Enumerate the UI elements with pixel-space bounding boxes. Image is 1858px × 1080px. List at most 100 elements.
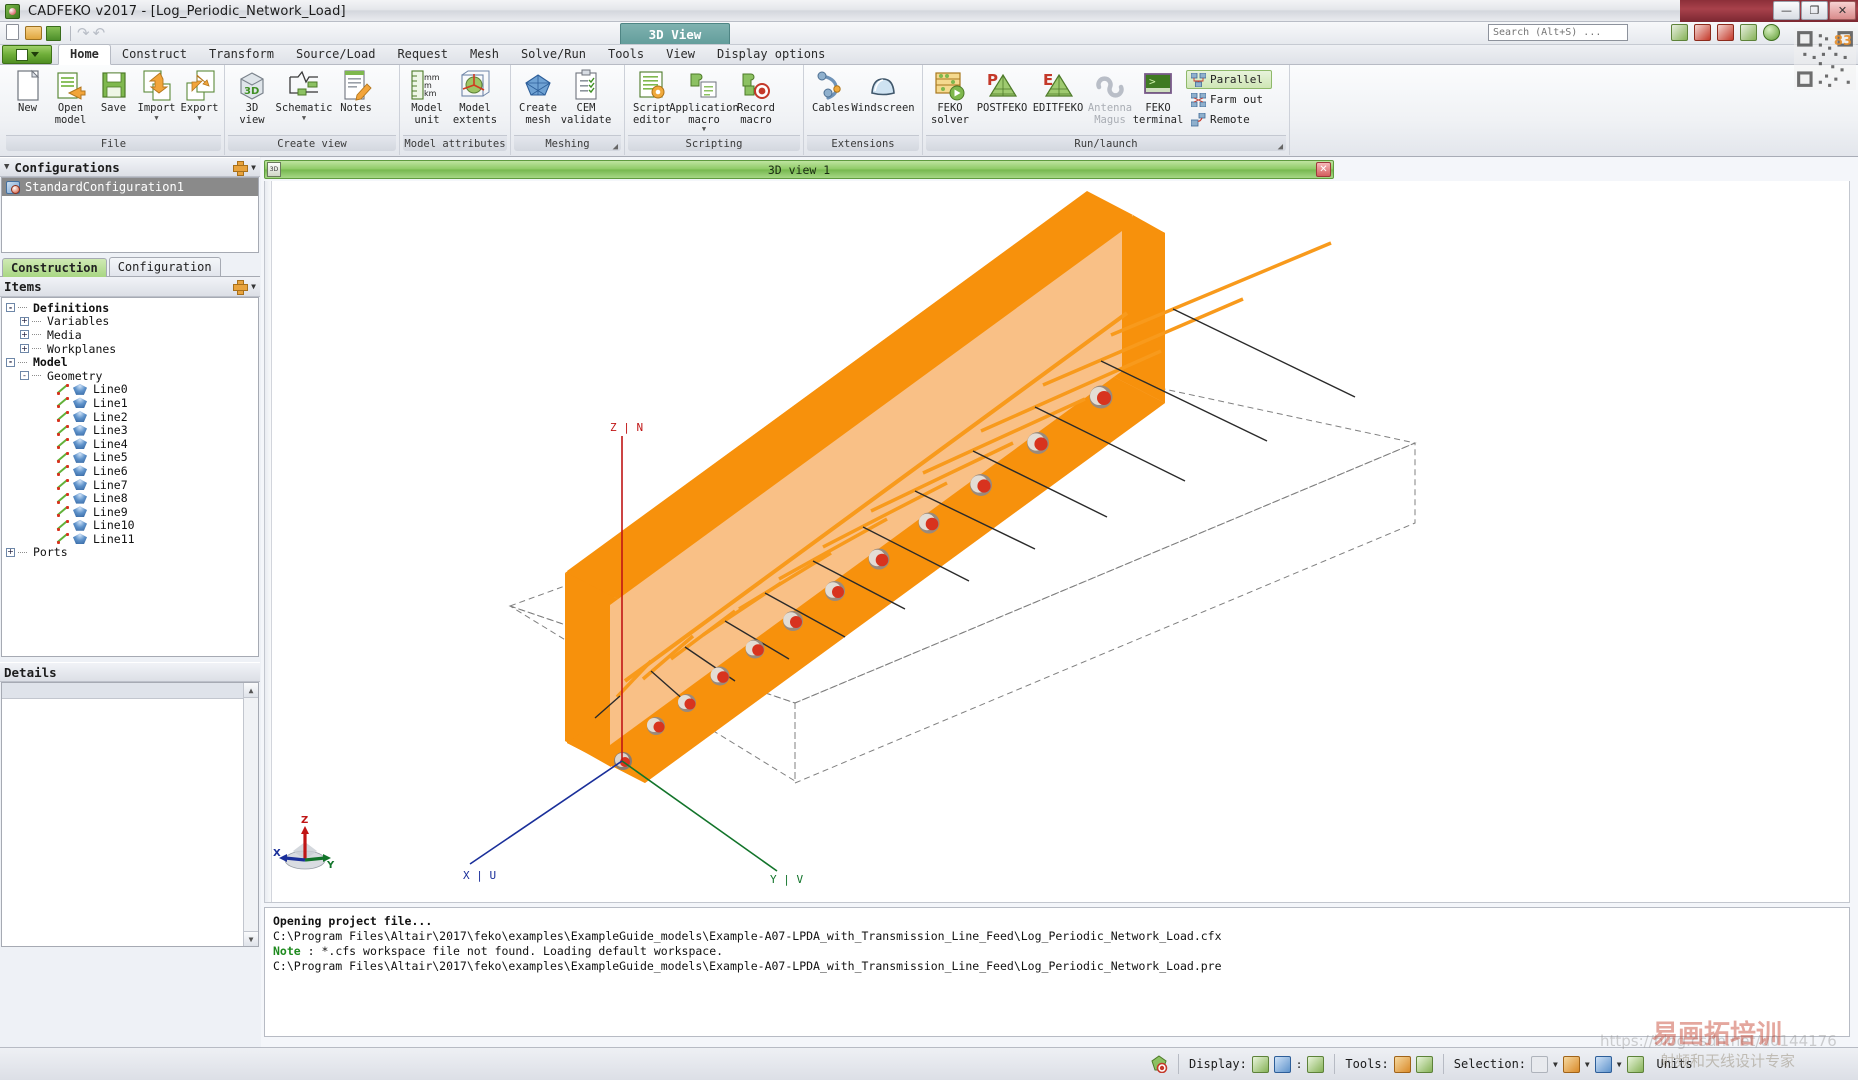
open-folder-icon[interactable] — [25, 24, 43, 42]
scroll-up-icon[interactable]: ▲ — [244, 683, 258, 698]
tab-construct[interactable]: Construct — [111, 45, 198, 64]
highlight-tool-icon[interactable] — [1416, 1056, 1433, 1073]
model-extents-button[interactable]: Model extents — [451, 67, 499, 126]
collapse-expander-icon[interactable]: - — [6, 303, 15, 312]
chevron-down-icon[interactable]: ▼ — [1585, 1060, 1590, 1069]
message-log[interactable]: Opening project file... C:\Program Files… — [264, 907, 1850, 1037]
faces-display-icon[interactable] — [1307, 1056, 1324, 1073]
help-launch-icon[interactable] — [1763, 24, 1780, 41]
tab-mesh[interactable]: Mesh — [459, 45, 510, 64]
tree-node-line6[interactable]: Line6 — [6, 464, 258, 478]
parallel-option[interactable]: Parallel — [1186, 70, 1272, 89]
import-button[interactable]: Import ▼ — [135, 67, 178, 121]
cursor-select-icon[interactable] — [1531, 1056, 1548, 1073]
antenna-magus-button[interactable]: Antenna Magus — [1086, 67, 1134, 126]
view-close-button[interactable]: ✕ — [1316, 162, 1331, 177]
minimize-button[interactable]: — — [1773, 1, 1800, 20]
measure-tool-icon[interactable] — [1394, 1056, 1411, 1073]
tab-request[interactable]: Request — [386, 45, 459, 64]
feko-solver-button[interactable]: FEKO solver — [926, 67, 974, 126]
tab-configuration[interactable]: Configuration — [109, 257, 221, 276]
axis-triad-widget[interactable]: Z X Y — [273, 812, 337, 882]
undo-icon[interactable]: ↷ — [77, 24, 90, 42]
dock-tab-3d-view[interactable]: 3D View — [620, 23, 730, 44]
collapse-triangle-icon[interactable]: ▼ — [4, 162, 9, 172]
tree-node-line11[interactable]: Line11 — [6, 532, 258, 546]
tree-node-line9[interactable]: Line9 — [6, 505, 258, 519]
tree-node-workplanes[interactable]: +Workplanes — [6, 342, 258, 356]
chevron-down-icon[interactable]: ▼ — [197, 115, 201, 121]
cadfeko-launch-icon[interactable] — [1671, 24, 1688, 41]
mesh-status-icon[interactable] — [1150, 1055, 1168, 1073]
tree-node-line5[interactable]: Line5 — [6, 451, 258, 465]
save-disk-icon[interactable] — [46, 24, 64, 42]
collapse-expander-icon[interactable]: - — [6, 358, 15, 367]
tab-view[interactable]: View — [655, 45, 706, 64]
mesh-display-icon[interactable] — [1274, 1056, 1291, 1073]
tree-node-line10[interactable]: Line10 — [6, 519, 258, 533]
list-item-standard-configuration-1[interactable]: StandardConfiguration1 — [2, 178, 258, 196]
tree-node-line4[interactable]: Line4 — [6, 437, 258, 451]
cem-validate-button[interactable]: CEM validate — [562, 67, 610, 126]
tree-node-line3[interactable]: Line3 — [6, 423, 258, 437]
tab-construction[interactable]: Construction — [2, 258, 107, 277]
windscreen-button[interactable]: Windscreen — [855, 67, 911, 115]
tab-home[interactable]: Home — [58, 44, 111, 65]
configurations-header[interactable]: ▼ Configurations ▼ — [0, 157, 260, 177]
new-document-icon[interactable] — [4, 24, 22, 42]
chevron-down-icon[interactable]: ▼ — [1617, 1060, 1622, 1069]
chevron-down-icon[interactable]: ▼ — [702, 126, 706, 132]
meshing-dialog-launcher-icon[interactable]: ◢ — [613, 139, 618, 155]
chevron-down-icon[interactable]: ▼ — [302, 115, 306, 121]
view-title-bar[interactable]: 3D 3D view 1 ✕ — [264, 160, 1334, 179]
tree-node-line7[interactable]: Line7 — [6, 478, 258, 492]
configurations-list[interactable]: StandardConfiguration1 — [1, 177, 259, 253]
tree-node-model[interactable]: -Model — [6, 355, 258, 369]
run-launch-dialog-launcher-icon[interactable]: ◢ — [1278, 139, 1283, 155]
farm-out-option[interactable]: Farm out — [1186, 90, 1272, 109]
box-select-icon[interactable] — [1563, 1056, 1580, 1073]
3d-view-button[interactable]: 3D 3D view — [228, 67, 276, 126]
tree-node-line0[interactable]: Line0 — [6, 383, 258, 397]
close-button[interactable]: ✕ — [1829, 1, 1856, 20]
mesh-status-section[interactable] — [1140, 1048, 1178, 1080]
export-button[interactable]: Export ▼ — [178, 67, 221, 121]
postfeko-launch-icon[interactable] — [1694, 24, 1711, 41]
tree-node-geometry[interactable]: -Geometry — [6, 369, 258, 383]
tree-node-line8[interactable]: Line8 — [6, 491, 258, 505]
collapse-expander-icon[interactable]: - — [20, 371, 29, 380]
notes-button[interactable]: Notes — [332, 67, 380, 115]
editfeko-launch-icon[interactable] — [1717, 24, 1734, 41]
record-macro-button[interactable]: Record macro — [732, 67, 780, 126]
expand-expander-icon[interactable]: + — [20, 344, 29, 353]
create-mesh-button[interactable]: Create mesh — [514, 67, 562, 126]
tree-node-definitions[interactable]: -Definitions — [6, 301, 258, 315]
chevron-down-icon[interactable]: ▼ — [154, 115, 158, 121]
maximize-button[interactable]: ❐ — [1801, 1, 1828, 20]
scroll-down-icon[interactable]: ▼ — [244, 931, 258, 946]
new-button[interactable]: New — [6, 67, 49, 115]
editfeko-button[interactable]: E EDITFEKO — [1030, 67, 1086, 115]
tab-transform[interactable]: Transform — [198, 45, 285, 64]
geometry-display-icon[interactable] — [1252, 1056, 1269, 1073]
remote-option[interactable]: Remote — [1186, 110, 1272, 129]
cables-button[interactable]: Cables — [807, 67, 855, 115]
antenna-magus-launch-icon[interactable] — [1740, 24, 1757, 41]
application-menu-button[interactable] — [2, 45, 52, 64]
edge-select-icon[interactable] — [1627, 1056, 1644, 1073]
tree-node-line1[interactable]: Line1 — [6, 396, 258, 410]
tab-display-options[interactable]: Display options — [706, 45, 836, 64]
open-model-button[interactable]: Open model — [49, 67, 92, 126]
model-unit-button[interactable]: mmmkm Model unit — [403, 67, 451, 126]
postfeko-button[interactable]: P POSTFEKO — [974, 67, 1030, 115]
expand-expander-icon[interactable]: + — [20, 330, 29, 339]
3d-canvas[interactable]: Z | N X | U Y | V Z X Y — [264, 181, 1850, 903]
chevron-down-icon[interactable]: ▼ — [1553, 1060, 1558, 1069]
add-item-icon[interactable] — [233, 280, 246, 293]
schematic-button[interactable]: Schematic ▼ — [276, 67, 332, 121]
redo-icon[interactable]: ↶ — [93, 24, 106, 42]
application-macro-button[interactable]: Application macro ▼ — [676, 67, 732, 132]
chevron-down-icon[interactable]: ▼ — [251, 282, 256, 291]
add-configuration-icon[interactable] — [233, 161, 246, 174]
tree-node-ports[interactable]: +Ports — [6, 546, 258, 560]
